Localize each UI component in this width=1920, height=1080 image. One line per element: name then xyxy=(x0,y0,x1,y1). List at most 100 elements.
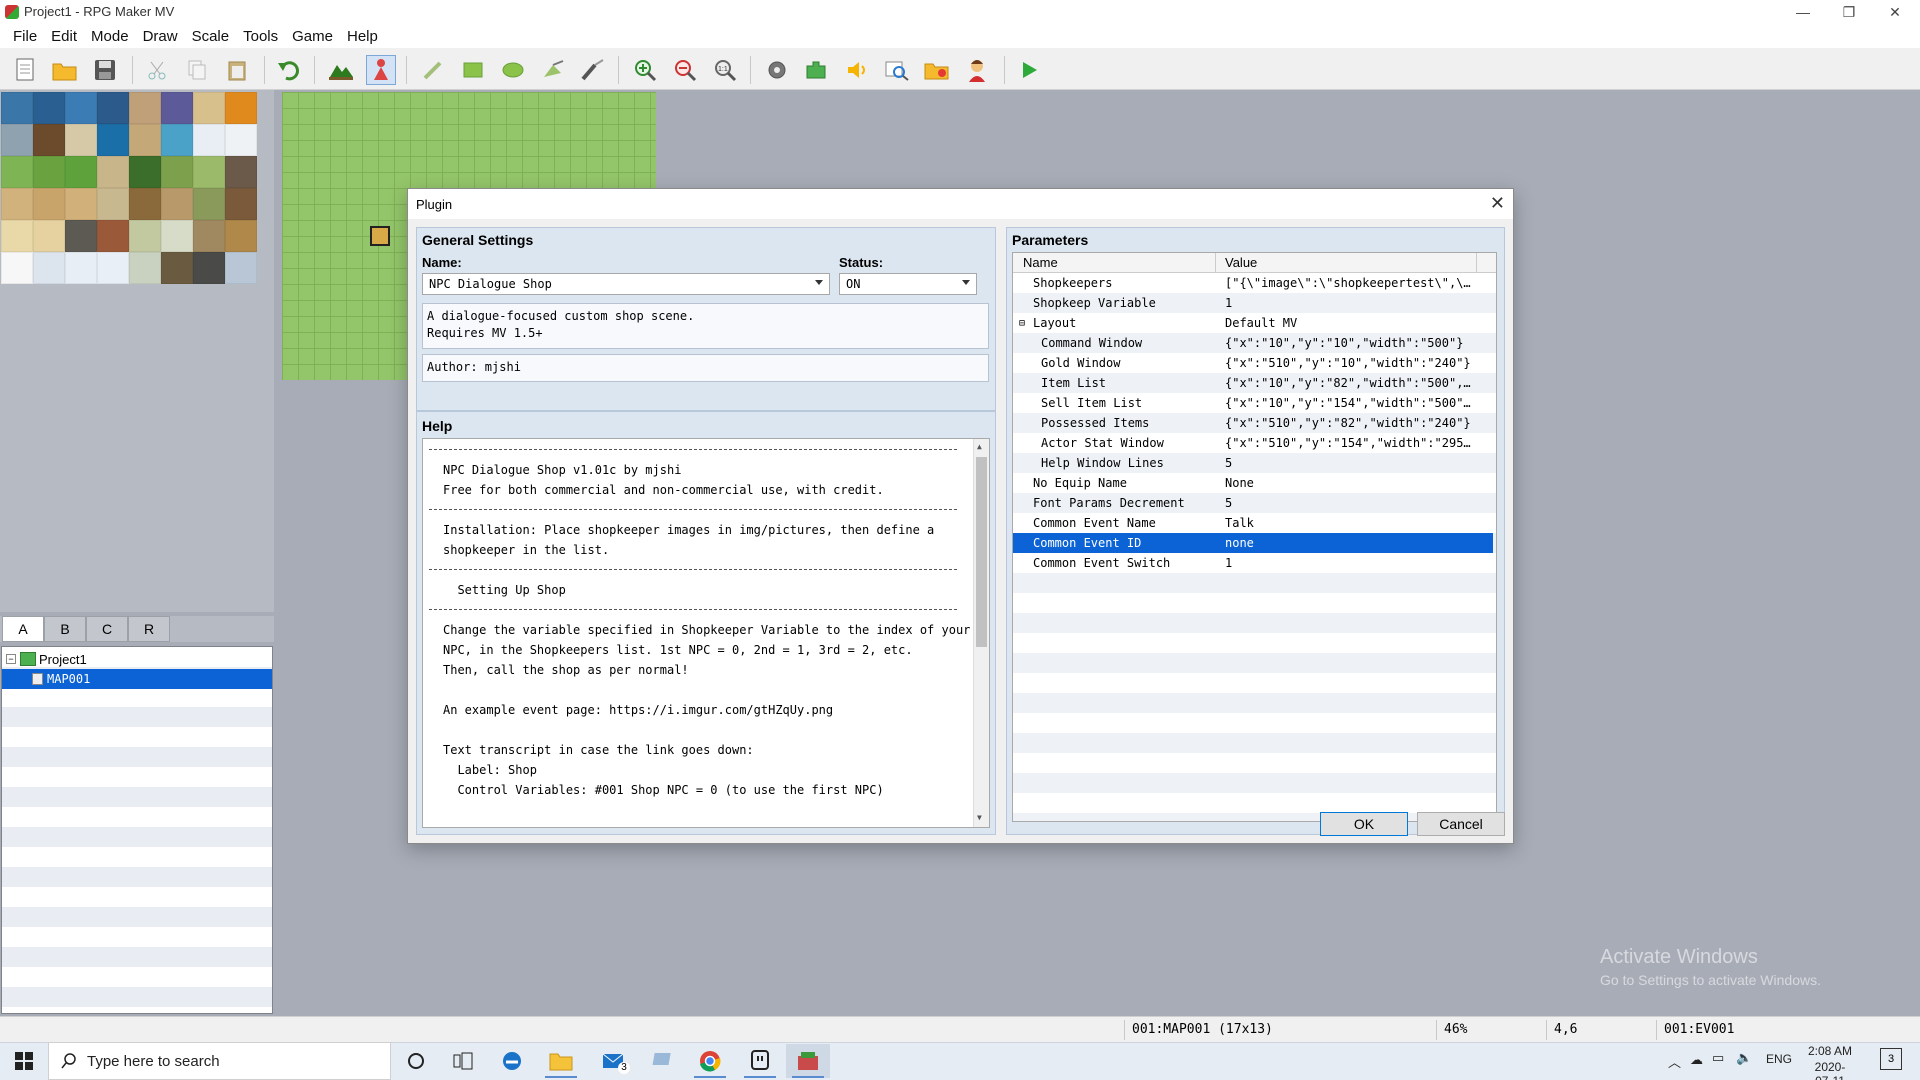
tile[interactable] xyxy=(1,124,33,156)
tile[interactable] xyxy=(193,156,225,188)
cortana-icon[interactable] xyxy=(394,1044,438,1078)
tile[interactable] xyxy=(161,188,193,220)
new-project-icon[interactable] xyxy=(10,55,40,85)
database-icon[interactable] xyxy=(762,55,792,85)
mail-icon[interactable]: 3 xyxy=(592,1044,636,1078)
tile[interactable] xyxy=(33,92,65,124)
menu-mode[interactable]: Mode xyxy=(84,28,136,45)
tile[interactable] xyxy=(193,92,225,124)
tile[interactable] xyxy=(225,92,257,124)
parameter-row[interactable]: Common Event Name Talk xyxy=(1013,513,1493,533)
notification-center-icon[interactable]: 3 xyxy=(1880,1048,1902,1070)
tile[interactable] xyxy=(97,124,129,156)
tree-project[interactable]: − Project1 xyxy=(2,649,272,669)
tile[interactable] xyxy=(129,92,161,124)
tile[interactable] xyxy=(193,188,225,220)
task-view-icon[interactable] xyxy=(441,1044,485,1078)
actual-size-icon[interactable]: 1:1 xyxy=(710,55,740,85)
zoom-out-icon[interactable] xyxy=(670,55,700,85)
plugin-name-select[interactable]: NPC Dialogue Shop xyxy=(422,273,830,295)
menu-file[interactable]: File xyxy=(6,28,44,45)
file-explorer-icon[interactable] xyxy=(539,1044,583,1078)
rectangle-icon[interactable] xyxy=(458,55,488,85)
zoom-in-icon[interactable] xyxy=(630,55,660,85)
shadow-pen-icon[interactable] xyxy=(578,55,608,85)
tile[interactable] xyxy=(225,124,257,156)
menu-game[interactable]: Game xyxy=(285,28,340,45)
parameter-row[interactable]: Possessed Items {"x":"510","y":"82","widt… xyxy=(1013,413,1493,433)
undo-icon[interactable] xyxy=(274,55,304,85)
volume-icon[interactable]: 🔈 xyxy=(1736,1050,1752,1066)
onedrive-icon[interactable]: ☁ xyxy=(1690,1052,1703,1068)
parameter-row[interactable]: Layout ⊟ Default MV xyxy=(1013,313,1493,333)
tile[interactable] xyxy=(65,220,97,252)
help-text[interactable]: NPC Dialogue Shop v1.01c by mjshi Free f… xyxy=(422,438,990,828)
tile[interactable] xyxy=(33,188,65,220)
tile[interactable] xyxy=(1,220,33,252)
parameter-row[interactable]: Gold Window {"x":"510","y":"10","width":"… xyxy=(1013,353,1493,373)
map-mode-icon[interactable] xyxy=(326,55,356,85)
playtest-icon[interactable] xyxy=(1014,55,1044,85)
parameter-row[interactable]: Sell Item List {"x":"10","y":"154","width… xyxy=(1013,393,1493,413)
tile[interactable] xyxy=(193,124,225,156)
tile[interactable] xyxy=(129,252,161,284)
event-mode-icon[interactable] xyxy=(366,55,396,85)
network-app-icon[interactable] xyxy=(641,1044,685,1078)
help-scrollbar[interactable]: ▲ ▼ xyxy=(973,439,989,827)
rpgmaker-taskbar-icon[interactable] xyxy=(786,1044,830,1078)
tile[interactable] xyxy=(129,124,161,156)
language-indicator[interactable]: ENG xyxy=(1766,1052,1792,1066)
close-window-button[interactable]: ✕ xyxy=(1872,0,1918,24)
event-searcher-icon[interactable] xyxy=(882,55,912,85)
twitch-icon[interactable] xyxy=(738,1044,782,1078)
menu-help[interactable]: Help xyxy=(340,28,385,45)
ok-button[interactable]: OK xyxy=(1320,812,1408,836)
tile[interactable] xyxy=(129,156,161,188)
tile[interactable] xyxy=(161,124,193,156)
maximize-button[interactable]: ❐ xyxy=(1826,0,1872,24)
cancel-button[interactable]: Cancel xyxy=(1417,812,1505,836)
parameter-row[interactable]: Shopkeep Variable 1 xyxy=(1013,293,1493,313)
tab-r[interactable]: R xyxy=(128,616,170,642)
tileset-palette[interactable] xyxy=(0,92,258,286)
windows-start-icon[interactable] xyxy=(2,1044,46,1078)
chrome-icon[interactable] xyxy=(688,1044,732,1078)
tile[interactable] xyxy=(129,220,161,252)
clock[interactable]: 2:08 AM 2020-07-11 xyxy=(1806,1044,1854,1080)
tree-map001[interactable]: MAP001 xyxy=(2,669,272,689)
scroll-thumb[interactable] xyxy=(976,457,987,647)
copy-icon[interactable] xyxy=(182,55,212,85)
tile[interactable] xyxy=(33,124,65,156)
parameter-row[interactable]: Font Params Decrement 5 xyxy=(1013,493,1493,513)
tab-c[interactable]: C xyxy=(86,616,128,642)
save-project-icon[interactable] xyxy=(90,55,120,85)
collapse-icon[interactable]: ⊟ xyxy=(1019,318,1025,329)
tile[interactable] xyxy=(1,92,33,124)
sound-test-icon[interactable] xyxy=(842,55,872,85)
tile[interactable] xyxy=(225,220,257,252)
character-generator-icon[interactable] xyxy=(962,55,992,85)
paste-icon[interactable] xyxy=(222,55,252,85)
tile[interactable] xyxy=(1,252,33,284)
resource-manager-icon[interactable] xyxy=(922,55,952,85)
tab-a[interactable]: A xyxy=(2,616,44,642)
ellipse-icon[interactable] xyxy=(498,55,528,85)
cut-icon[interactable] xyxy=(142,55,172,85)
minimize-button[interactable]: — xyxy=(1780,0,1826,24)
tile[interactable] xyxy=(129,188,161,220)
menu-draw[interactable]: Draw xyxy=(136,28,185,45)
show-hidden-icons-icon[interactable]: ︿ xyxy=(1668,1052,1681,1071)
parameter-row[interactable]: No Equip Name None xyxy=(1013,473,1493,493)
tile[interactable] xyxy=(33,220,65,252)
open-project-icon[interactable] xyxy=(50,55,80,85)
event-marker[interactable] xyxy=(370,226,390,246)
tile[interactable] xyxy=(97,252,129,284)
menu-edit[interactable]: Edit xyxy=(44,28,84,45)
tile[interactable] xyxy=(33,156,65,188)
parameter-row[interactable]: Command Window {"x":"10","y":"10","width"… xyxy=(1013,333,1493,353)
fill-icon[interactable] xyxy=(538,55,568,85)
tile[interactable] xyxy=(97,156,129,188)
parameter-row[interactable]: Help Window Lines 5 xyxy=(1013,453,1493,473)
tile[interactable] xyxy=(65,252,97,284)
collapse-icon[interactable]: − xyxy=(6,654,16,664)
